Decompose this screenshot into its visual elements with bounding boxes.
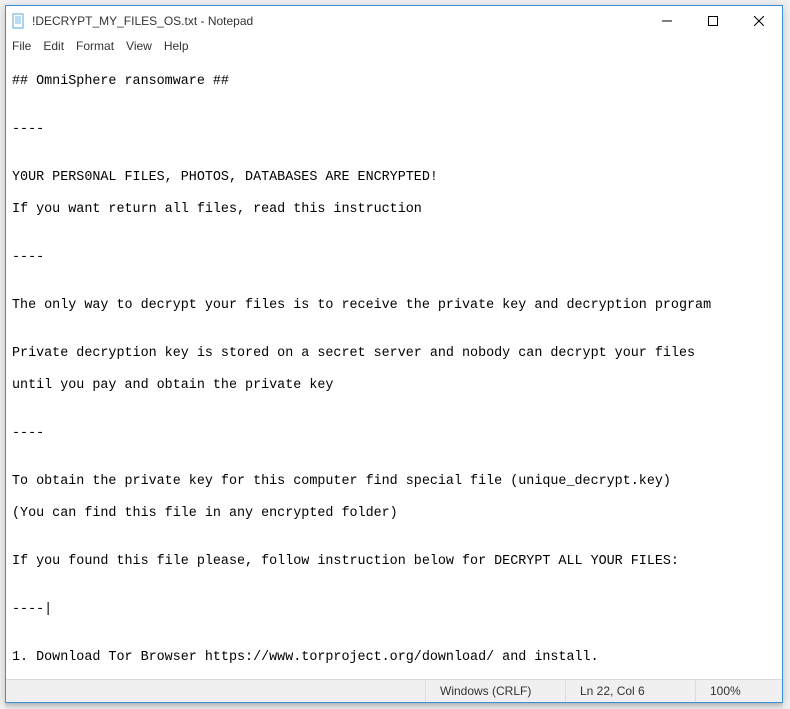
text-line: ## OmniSphere ransomware ## [12, 74, 776, 90]
close-button[interactable] [736, 6, 782, 36]
text-line: Y0UR PERS0NAL FILES, PHOTOS, DATABASES A… [12, 170, 776, 186]
text-line: ---- [12, 122, 776, 138]
titlebar[interactable]: !DECRYPT_MY_FILES_OS.txt - Notepad [6, 6, 782, 36]
statusbar: Windows (CRLF) Ln 22, Col 6 100% [6, 679, 782, 702]
menubar: File Edit Format View Help [6, 36, 782, 56]
text-line: If you want return all files, read this … [12, 202, 776, 218]
text-line: If you found this file please, follow in… [12, 554, 776, 570]
text-line: until you pay and obtain the private key [12, 378, 776, 394]
minimize-button[interactable] [644, 6, 690, 36]
menu-help[interactable]: Help [162, 39, 191, 53]
menu-file[interactable]: File [10, 39, 33, 53]
text-line: (You can find this file in any encrypted… [12, 506, 776, 522]
text-line: The only way to decrypt your files is to… [12, 298, 776, 314]
text-line: ---- [12, 426, 776, 442]
shadow [5, 703, 783, 709]
text-line: ---- [12, 250, 776, 266]
status-encoding: Windows (CRLF) [425, 680, 565, 702]
notepad-window: !DECRYPT_MY_FILES_OS.txt - Notepad File … [5, 5, 783, 703]
window-title: !DECRYPT_MY_FILES_OS.txt - Notepad [32, 14, 253, 28]
menu-format[interactable]: Format [74, 39, 116, 53]
text-line: ---- [12, 602, 776, 618]
window-controls [644, 6, 782, 36]
menu-view[interactable]: View [124, 39, 154, 53]
text-line: 1. Download Tor Browser https://www.torp… [12, 650, 776, 666]
status-position: Ln 22, Col 6 [565, 680, 695, 702]
status-zoom: 100% [695, 680, 765, 702]
notepad-icon [11, 13, 27, 29]
maximize-button[interactable] [690, 6, 736, 36]
text-editor[interactable]: ## OmniSphere ransomware ## ---- Y0UR PE… [6, 56, 782, 679]
text-line: To obtain the private key for this compu… [12, 474, 776, 490]
menu-edit[interactable]: Edit [41, 39, 66, 53]
text-line: Private decryption key is stored on a se… [12, 346, 776, 362]
